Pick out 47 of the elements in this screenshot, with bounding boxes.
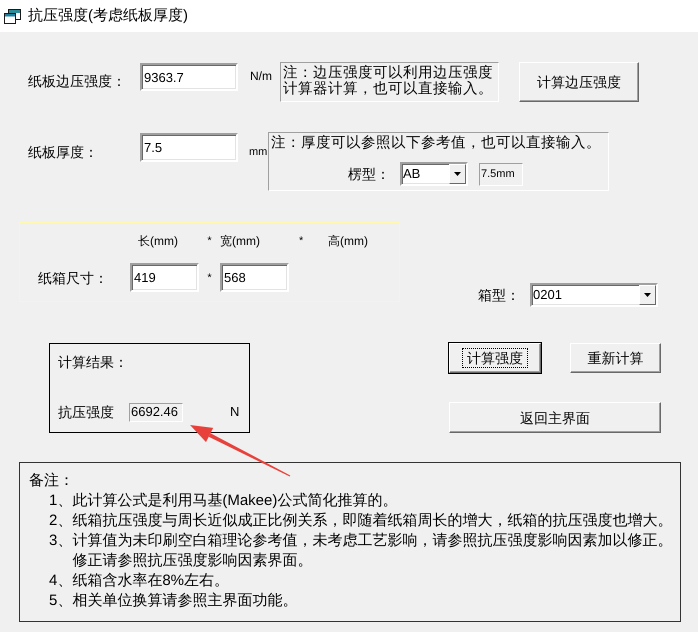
text-field[interactable]: 7.5 bbox=[140, 133, 238, 162]
column-header: 宽(mm) bbox=[220, 233, 260, 249]
box-type-dropdown[interactable]: 0201 bbox=[530, 283, 658, 307]
note-number: 5、 bbox=[49, 591, 72, 611]
text-field[interactable]: 568 bbox=[220, 263, 289, 292]
readonly-field[interactable]: 6692.46 bbox=[129, 402, 183, 422]
button[interactable]: 计算边压强度 bbox=[519, 62, 639, 102]
note-text: 计算值为未印刷空白箱理论参考值，未考虑工艺影响，请参照抗压强度影响因素加以修正。修正请参照抗压强度影响因素界面。 bbox=[72, 531, 674, 571]
note-text: 相关单位换算请参照主界面功能。 bbox=[72, 591, 298, 611]
separator-text: * bbox=[207, 270, 212, 286]
field-label: 楞型： bbox=[348, 165, 390, 184]
result-title: 计算结果： bbox=[58, 353, 128, 372]
window-icon bbox=[4, 8, 21, 24]
note-text: 纸箱含水率在8%左右。 bbox=[72, 571, 230, 591]
note-text: 此计算公式是利用马基(Makee)公式简化推算的。 bbox=[72, 491, 398, 511]
note-number: 2、 bbox=[49, 511, 72, 531]
note-number: 1、 bbox=[49, 491, 72, 511]
caret-icon bbox=[644, 293, 651, 297]
text-field[interactable]: 419 bbox=[130, 263, 199, 292]
field-label: 抗压强度 bbox=[58, 403, 115, 422]
window-title: 抗压强度(考虑纸板厚度) bbox=[28, 6, 188, 26]
dropdown-button[interactable] bbox=[639, 285, 656, 305]
button[interactable]: 重新计算 bbox=[570, 343, 661, 373]
column-header: 高(mm) bbox=[328, 233, 368, 249]
unit-label: N bbox=[230, 404, 240, 420]
unit-label: N/m bbox=[250, 68, 273, 84]
text-field[interactable]: 9363.7 bbox=[140, 63, 238, 91]
notes-title: 备注： bbox=[29, 471, 74, 491]
separator-text: * bbox=[207, 234, 212, 249]
field-label: 纸板边压强度： bbox=[28, 72, 127, 91]
button[interactable]: 返回主界面 bbox=[449, 402, 661, 433]
caret-icon bbox=[454, 172, 461, 176]
separator-text: * bbox=[299, 234, 304, 249]
dropdown-button[interactable] bbox=[449, 164, 466, 184]
field-label: 纸板厚度： bbox=[28, 143, 99, 162]
field-label: 纸箱尺寸： bbox=[38, 268, 108, 288]
column-header: 长(mm) bbox=[138, 233, 178, 249]
unit-label: mm bbox=[249, 145, 268, 160]
note-number: 3、 bbox=[49, 531, 72, 551]
field-label: 箱型： bbox=[478, 286, 521, 305]
readonly-field[interactable]: 7.5mm bbox=[479, 162, 523, 186]
note-number: 4、 bbox=[49, 571, 72, 591]
note-text: 纸箱抗压强度与周长近似成正比例关系，即随着纸箱周长的增大，纸箱的抗压强度也增大。 bbox=[72, 511, 674, 531]
button[interactable]: 计算强度 bbox=[449, 343, 541, 373]
note-text: 注：厚度可以参照以下参考值，也可以直接输入。 bbox=[270, 134, 601, 152]
note-text: 注：边压强度可以利用边压强度计算器计算，也可以直接输入。 bbox=[280, 62, 499, 102]
flute-dropdown[interactable]: AB bbox=[400, 162, 468, 186]
